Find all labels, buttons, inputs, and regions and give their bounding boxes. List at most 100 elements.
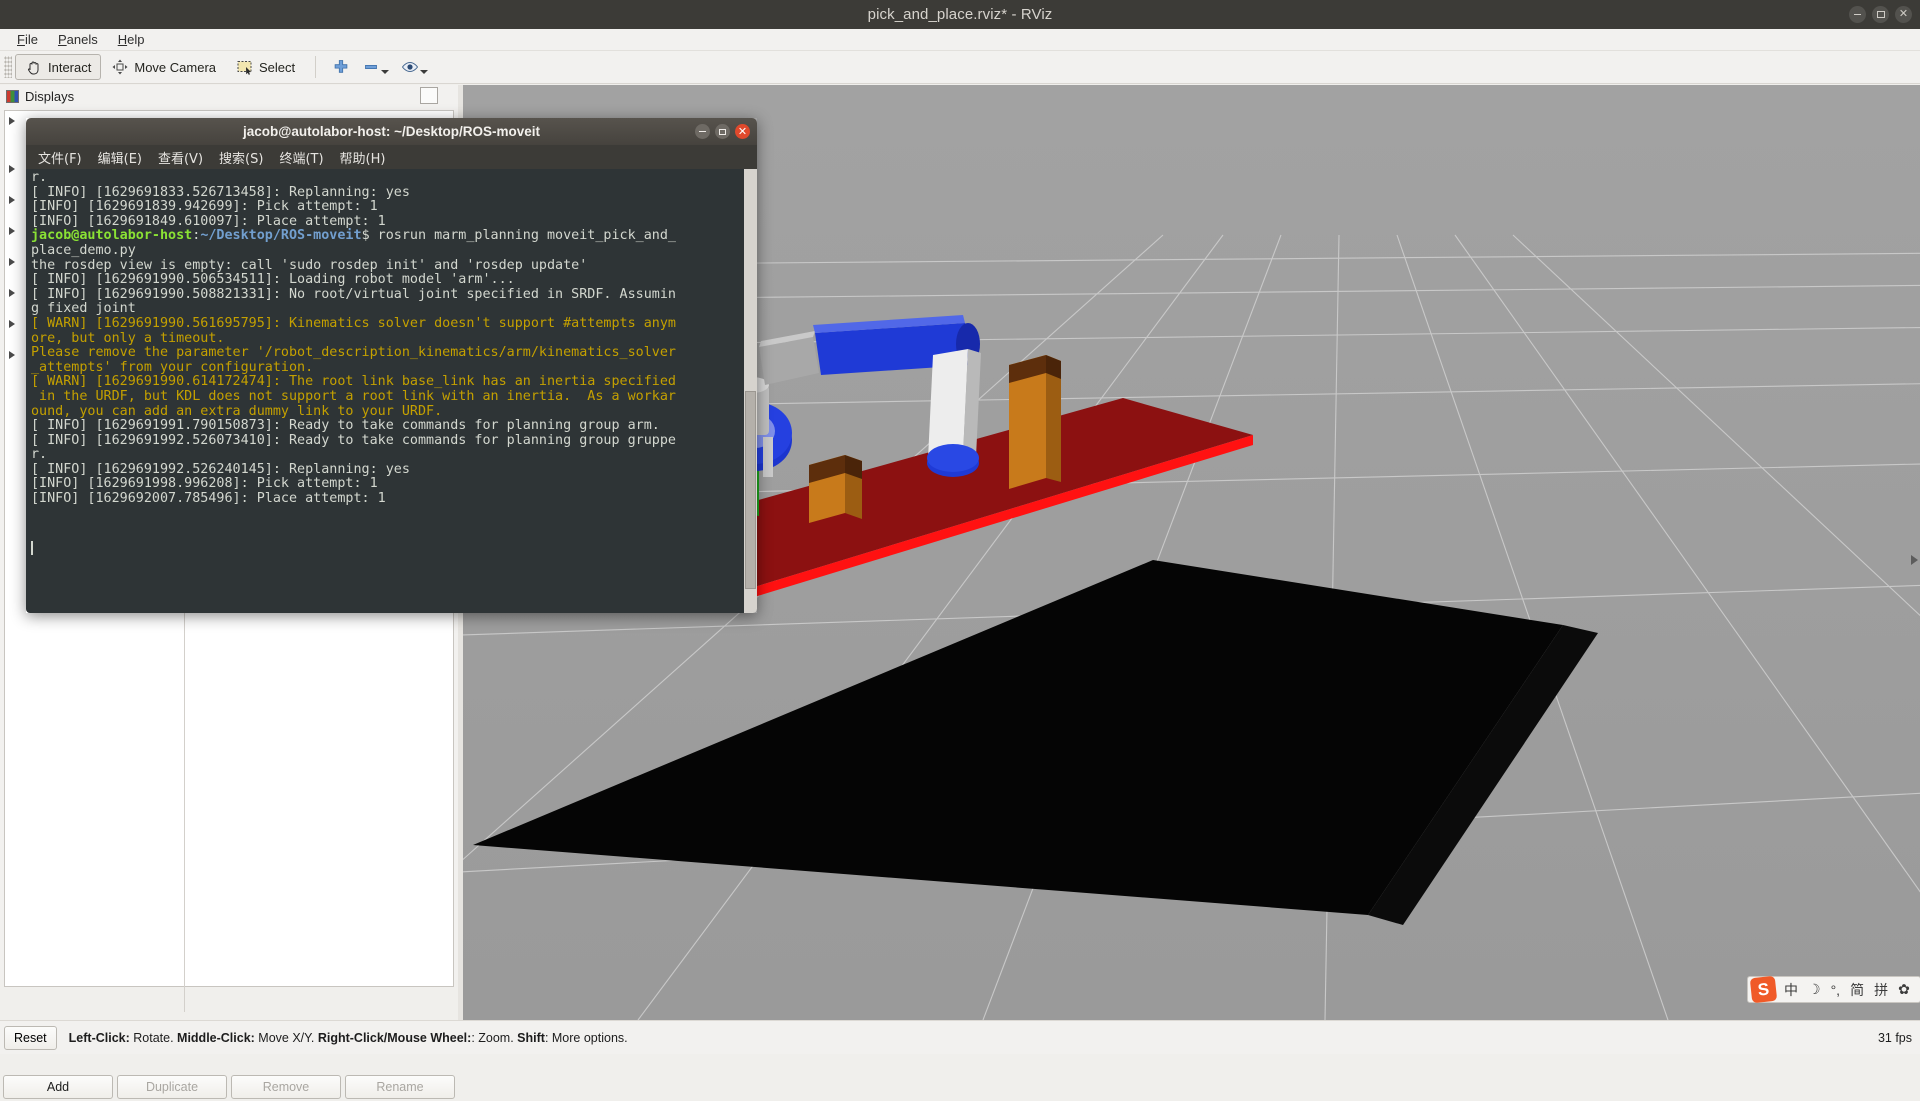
window-controls: ✕ — [1849, 0, 1912, 29]
chevron-right-icon[interactable] — [9, 319, 15, 328]
terminal-minimize-icon[interactable] — [695, 124, 710, 139]
terminal-scrollbar[interactable] — [744, 169, 757, 613]
chevron-right-icon[interactable] — [9, 195, 15, 204]
terminal-line: [INFO] [1629691998.996208]: Pick attempt… — [31, 476, 378, 492]
terminal-line: r. — [31, 170, 48, 185]
terminal-line: [ INFO] [1629691991.790150873]: Ready to… — [31, 418, 660, 434]
move-camera-icon — [111, 58, 129, 76]
terminal-line: place_demo.py — [31, 242, 136, 258]
terminal-line: Please remove the parameter '/robot_desc… — [31, 345, 676, 361]
terminal-window-controls: ✕ — [695, 118, 750, 145]
terminal-line: [ WARN] [1629691990.614172474]: The root… — [31, 374, 676, 390]
rename-display-button[interactable]: Rename — [345, 1075, 455, 1099]
displays-rgb-icon — [6, 89, 19, 103]
terminal-menu-view[interactable]: 查看(V) — [151, 147, 210, 168]
terminal-line: ound, you can add an extra dummy link to… — [31, 403, 443, 419]
reset-button[interactable]: Reset — [4, 1025, 57, 1050]
displays-title: Displays — [25, 88, 75, 104]
menu-file[interactable]: File — [7, 30, 48, 49]
terminal-line: [ INFO] [1629691992.526240145]: Replanni… — [31, 461, 410, 477]
terminal-line: [ WARN] [1629691990.561695795]: Kinemati… — [31, 315, 676, 331]
terminal-line: [ INFO] [1629691992.526073410]: Ready to… — [31, 432, 676, 448]
close-icon[interactable]: ✕ — [1895, 6, 1912, 23]
chevron-down-icon[interactable] — [381, 70, 390, 74]
terminal-line: [ INFO] [1629691990.508821331]: No root/… — [31, 286, 676, 302]
chevron-right-icon[interactable] — [9, 226, 15, 235]
terminal-menu-file[interactable]: 文件(F) — [31, 147, 89, 168]
terminal-scrollbar-thumb[interactable] — [745, 391, 756, 589]
status-bar: Reset Left-Click: Rotate. Middle-Click: … — [0, 1020, 1920, 1054]
terminal-maximize-icon[interactable] — [715, 124, 730, 139]
terminal-line: jacob@autolabor-host:~/Desktop/ROS-movei… — [31, 228, 676, 244]
sogou-logo-icon[interactable]: S — [1749, 975, 1778, 1004]
tool-add-display[interactable] — [326, 58, 356, 76]
tool-interact-label: Interact — [48, 59, 92, 75]
terminal-line: _attempts' from your configuration. — [31, 359, 314, 375]
undock-displays-button[interactable] — [420, 87, 438, 104]
fps-counter: 31 fps — [1877, 1030, 1912, 1045]
menu-help[interactable]: Help — [108, 30, 155, 49]
terminal-line: r. — [31, 447, 48, 463]
ime-punctuation-icon[interactable]: °, — [1826, 982, 1846, 998]
chevron-right-icon[interactable] — [9, 116, 15, 125]
remove-display-button[interactable]: Remove — [231, 1075, 341, 1099]
toolbar-separator — [315, 56, 317, 78]
terminal-title: jacob@autolabor-host: ~/Desktop/ROS-move… — [242, 124, 541, 139]
terminal-menubar: 文件(F) 编辑(E) 查看(V) 搜索(S) 终端(T) 帮助(H) — [26, 145, 757, 169]
terminal-line: in the URDF, but KDL does not support a … — [31, 388, 676, 404]
select-rectangle-icon — [236, 58, 254, 76]
menu-panels[interactable]: Panels — [48, 30, 108, 49]
minimize-icon[interactable] — [1849, 6, 1866, 23]
tool-move-camera[interactable]: Move Camera — [101, 54, 226, 80]
terminal-line: [ INFO] [1629691833.526713458]: Replanni… — [31, 184, 410, 200]
displays-panel-buttons: Add Duplicate Remove Rename — [0, 1075, 458, 1101]
terminal-line: g fixed joint — [31, 301, 136, 317]
tool-interact[interactable]: Interact — [15, 54, 102, 80]
terminal-line: [ INFO] [1629691990.506534511]: Loading … — [31, 272, 515, 288]
collapse-panel-arrow-icon[interactable] — [1911, 555, 1918, 565]
mouse-hint-text: Left-Click: Rotate. Middle-Click: Move X… — [68, 1030, 628, 1045]
ime-pinyin[interactable]: 拼 — [1869, 980, 1893, 1000]
maximize-icon[interactable] — [1872, 6, 1889, 23]
tool-visibility[interactable] — [395, 58, 434, 76]
chevron-right-icon[interactable] — [9, 350, 15, 359]
terminal-menu-search[interactable]: 搜索(S) — [212, 147, 270, 168]
terminal-menu-terminal[interactable]: 终端(T) — [272, 147, 330, 168]
tool-select-label: Select — [259, 59, 296, 75]
main-menubar: File Panels Help — [0, 29, 1920, 51]
tool-select[interactable]: Select — [226, 54, 305, 80]
main-toolbar: Interact Move Camera Select — [0, 51, 1920, 84]
ime-moon-icon[interactable]: ☽ — [1803, 981, 1826, 998]
add-display-button[interactable]: Add — [3, 1075, 113, 1099]
ime-mode-chinese[interactable]: 中 — [1779, 980, 1803, 1000]
chevron-right-icon[interactable] — [9, 257, 15, 266]
chevron-right-icon[interactable] — [9, 288, 15, 297]
plus-icon — [332, 58, 350, 76]
terminal-body[interactable]: r.[ INFO] [1629691833.526713458]: Replan… — [26, 169, 757, 613]
terminal-line: [INFO] [1629691839.942699]: Pick attempt… — [31, 199, 378, 215]
toolbar-grip[interactable] — [4, 56, 12, 78]
terminal-menu-help[interactable]: 帮助(H) — [333, 147, 393, 168]
tool-remove-display[interactable] — [356, 58, 395, 76]
terminal-cursor — [31, 541, 33, 555]
chevron-right-icon[interactable] — [9, 164, 15, 173]
terminal-line: the rosdep view is empty: call 'sudo ros… — [31, 257, 588, 273]
window-title: pick_and_place.rviz* - RViz — [867, 6, 1053, 23]
terminal-window[interactable]: jacob@autolabor-host: ~/Desktop/ROS-move… — [26, 118, 757, 613]
hand-cursor-icon — [25, 58, 43, 76]
application-titlebar: pick_and_place.rviz* - RViz ✕ — [0, 0, 1920, 29]
terminal-line: ore, but only a timeout. — [31, 330, 225, 346]
minus-icon — [362, 58, 380, 76]
terminal-close-icon[interactable]: ✕ — [735, 124, 750, 139]
terminal-menu-edit[interactable]: 编辑(E) — [91, 147, 149, 168]
terminal-output: r.[ INFO] [1629691833.526713458]: Replan… — [31, 170, 743, 507]
chevron-down-icon-2[interactable] — [420, 70, 429, 74]
displays-header: Displays — [0, 85, 458, 107]
duplicate-display-button[interactable]: Duplicate — [117, 1075, 227, 1099]
ime-toolbar[interactable]: S 中 ☽ °, 简 拼 ✿ — [1747, 975, 1920, 1004]
ime-simplified[interactable]: 简 — [1845, 980, 1869, 1000]
gear-icon[interactable]: ✿ — [1893, 981, 1915, 998]
eye-icon — [401, 58, 419, 76]
terminal-titlebar[interactable]: jacob@autolabor-host: ~/Desktop/ROS-move… — [26, 118, 757, 145]
terminal-line: [INFO] [1629692007.785496]: Place attemp… — [31, 491, 386, 507]
